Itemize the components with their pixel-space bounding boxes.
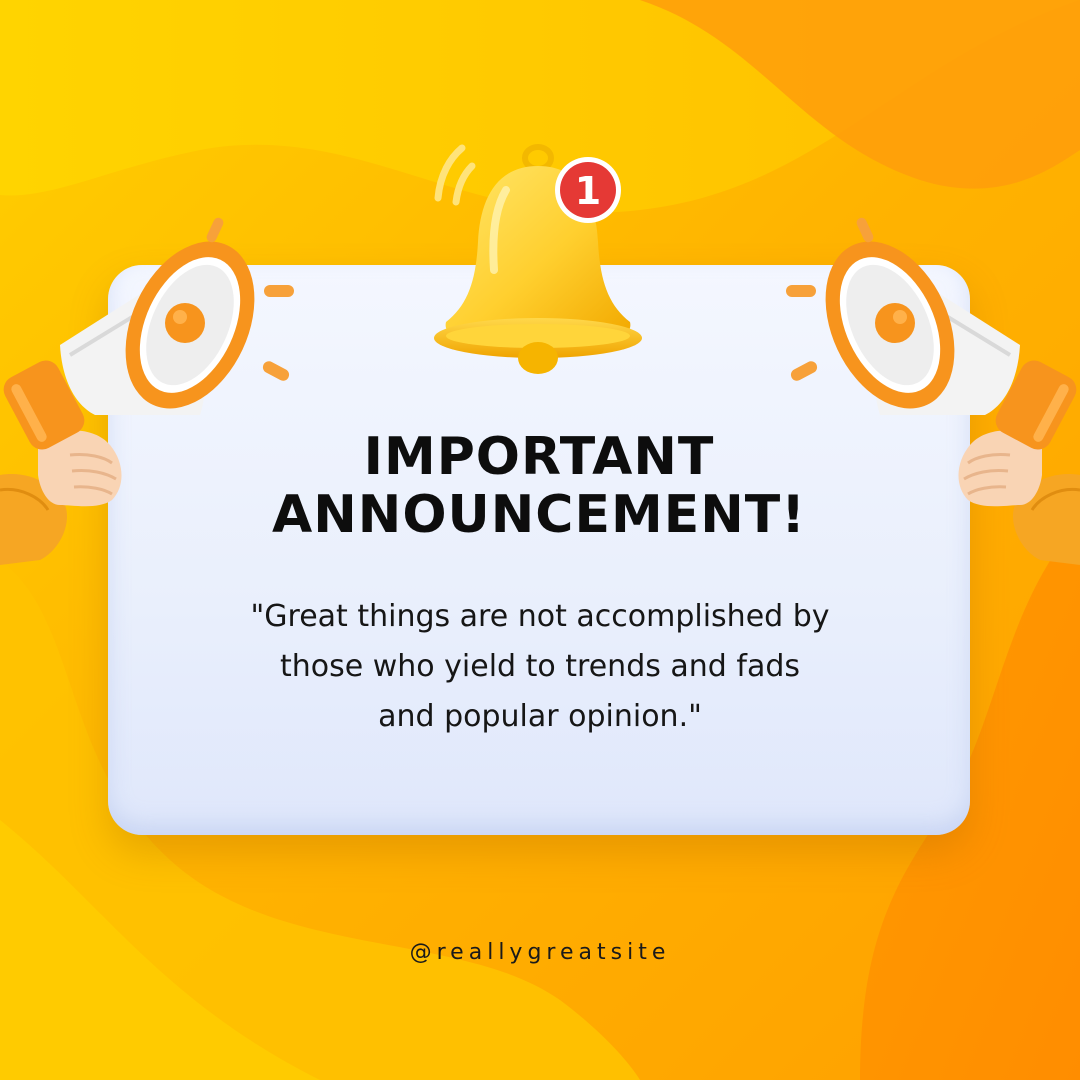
quote-text: "Great things are not accomplished by th…: [180, 592, 900, 742]
bell-icon: 1: [434, 144, 642, 374]
title-line-1: IMPORTANT: [363, 427, 715, 487]
notification-badge-count: 1: [575, 169, 601, 213]
quote-line-2: those who yield to trends and fads: [279, 649, 801, 684]
quote-line-3: and popular opinion.": [378, 699, 702, 734]
title-line-2: ANNOUNCEMENT!: [272, 485, 806, 545]
quote-line-1: "Great things are not accomplished by: [250, 599, 830, 634]
page-title: IMPORTANT ANNOUNCEMENT!: [108, 428, 970, 544]
social-handle: @reallygreatsite: [409, 940, 671, 965]
